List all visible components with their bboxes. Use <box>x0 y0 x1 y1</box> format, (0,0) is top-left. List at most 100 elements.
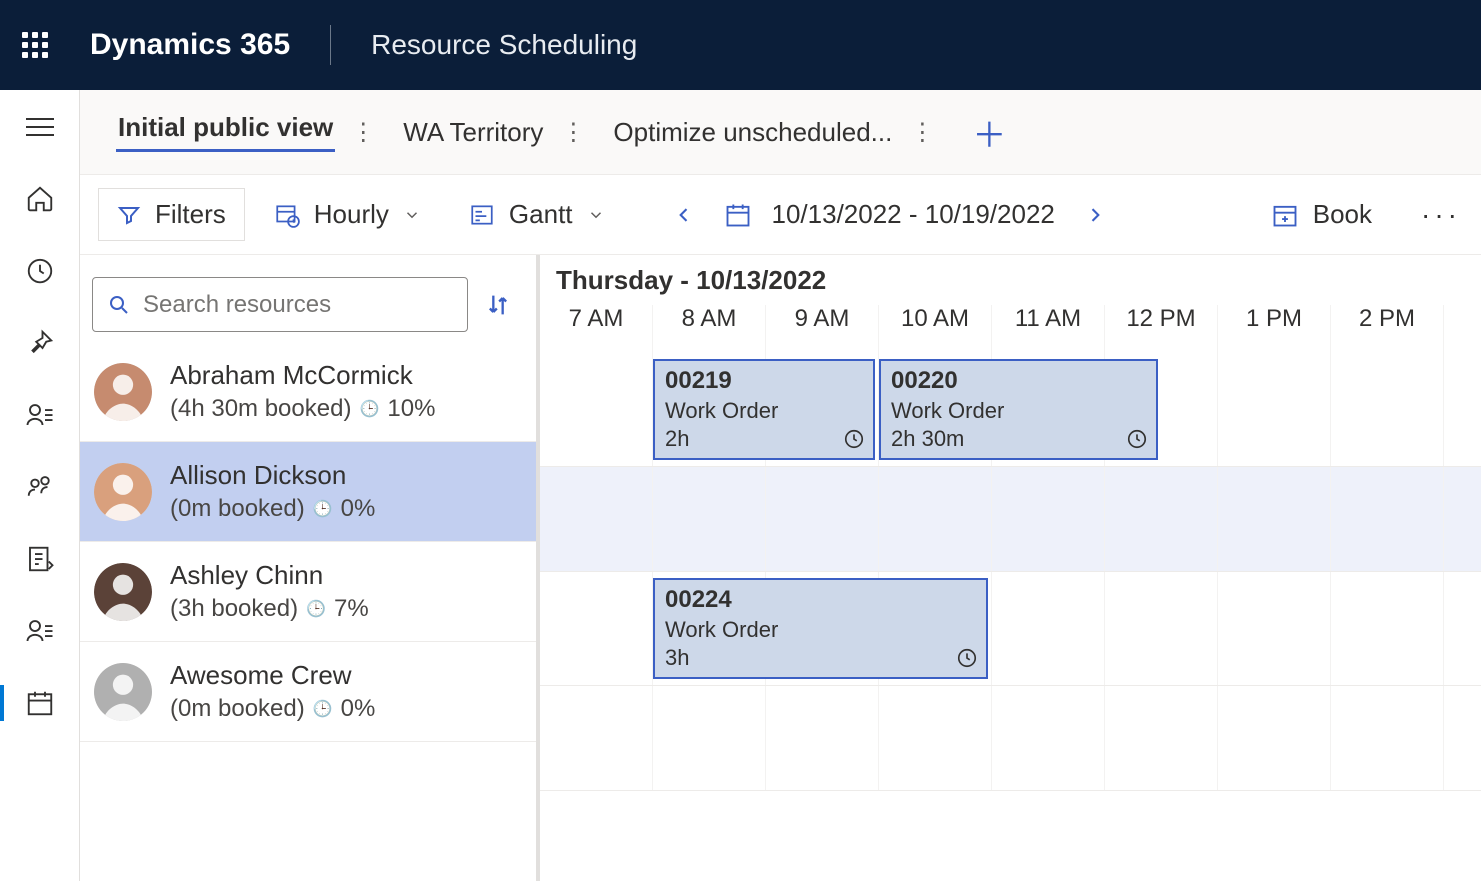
gantt-icon <box>469 202 495 228</box>
resource-name: Awesome Crew <box>170 660 375 691</box>
requirements-icon[interactable] <box>18 537 62 581</box>
timeline-row[interactable] <box>540 686 1481 791</box>
side-rail <box>0 90 80 881</box>
filters-button[interactable]: Filters <box>98 188 245 241</box>
date-range-text[interactable]: 10/13/2022 - 10/19/2022 <box>772 199 1055 230</box>
booking-duration: 2h <box>665 426 863 452</box>
search-input-field[interactable] <box>143 291 453 319</box>
resource-row[interactable]: Awesome Crew (0m booked) 🕒 0% <box>80 642 536 742</box>
contacts-icon[interactable] <box>18 393 62 437</box>
booking-card[interactable]: 00219 Work Order 2h <box>653 359 875 460</box>
timeline-day-header: Thursday - 10/13/2022 <box>540 255 1481 305</box>
timeline-row[interactable] <box>540 467 1481 572</box>
list-icon[interactable] <box>18 609 62 653</box>
divider <box>330 25 331 65</box>
hour-label: 7 AM <box>540 305 653 353</box>
timeline-row[interactable]: 00224 Work Order 3h <box>540 572 1481 686</box>
app-name: Resource Scheduling <box>371 29 637 61</box>
chevron-down-icon <box>587 206 605 224</box>
board-toolbar: Filters Hourly Gantt 10/13/2022 - 10/19/… <box>80 175 1481 255</box>
search-icon <box>107 293 131 317</box>
book-button[interactable]: Book <box>1252 188 1391 241</box>
kebab-icon[interactable]: ⋮ <box>561 118 585 147</box>
calendar-clock-icon <box>274 202 300 228</box>
clock-icon: 🕒 <box>313 499 333 519</box>
tab-label: WA Territory <box>401 117 545 148</box>
tab-label: Initial public view <box>116 112 335 152</box>
resource-meta: (4h 30m booked) 🕒 10% <box>170 395 435 423</box>
kebab-icon[interactable]: ⋮ <box>910 118 934 147</box>
clock-icon: 🕒 <box>313 699 333 719</box>
calendar-icon[interactable] <box>724 201 752 229</box>
resource-row[interactable]: Allison Dickson (0m booked) 🕒 0% <box>80 442 536 542</box>
resource-meta: (0m booked) 🕒 0% <box>170 695 375 723</box>
booking-duration: 2h 30m <box>891 426 1146 452</box>
date-range-picker: 10/13/2022 - 10/19/2022 <box>664 199 1115 230</box>
booking-type: Work Order <box>665 398 863 424</box>
hour-label: 1 PM <box>1218 305 1331 353</box>
crew-icon[interactable] <box>18 465 62 509</box>
booking-duration: 3h <box>665 645 976 671</box>
view-tabs: Initial public view ⋮ WA Territory ⋮ Opt… <box>80 90 1481 175</box>
waffle-icon[interactable] <box>20 30 50 60</box>
timeline-hour-row: 7 AM8 AM9 AM10 AM11 AM12 PM1 PM2 PM <box>540 305 1481 353</box>
timescale-dropdown[interactable]: Hourly <box>255 188 440 241</box>
booking-type: Work Order <box>891 398 1146 424</box>
filter-icon <box>117 203 141 227</box>
resource-name: Ashley Chinn <box>170 560 369 591</box>
book-label: Book <box>1313 199 1372 230</box>
hour-label: 12 PM <box>1105 305 1218 353</box>
prev-week-button[interactable] <box>664 205 704 225</box>
tab-label: Optimize unscheduled... <box>611 117 894 148</box>
booking-card[interactable]: 00224 Work Order 3h <box>653 578 988 679</box>
app-header: Dynamics 365 Resource Scheduling <box>0 0 1481 90</box>
timeline-grid: 00219 Work Order 2h 00220 Work Order 2h … <box>540 353 1481 791</box>
clock-icon <box>956 647 978 669</box>
view-mode-label: Gantt <box>509 199 573 230</box>
more-actions-button[interactable]: ··· <box>1401 199 1481 231</box>
booking-card[interactable]: 00220 Work Order 2h 30m <box>879 359 1158 460</box>
resource-meta: (3h booked) 🕒 7% <box>170 595 369 623</box>
schedule-board-icon[interactable] <box>18 681 62 725</box>
booking-number: 00220 <box>891 367 1146 395</box>
hour-label: 9 AM <box>766 305 879 353</box>
tab-wa-territory[interactable]: WA Territory ⋮ <box>393 90 593 175</box>
clock-icon <box>1126 428 1148 450</box>
resource-name: Abraham McCormick <box>170 360 435 391</box>
avatar <box>94 563 152 621</box>
hour-label: 10 AM <box>879 305 992 353</box>
tab-optimize-unscheduled[interactable]: Optimize unscheduled... ⋮ <box>603 90 942 175</box>
hour-label: 8 AM <box>653 305 766 353</box>
recent-icon[interactable] <box>18 249 62 293</box>
tab-initial-public-view[interactable]: Initial public view ⋮ <box>108 90 383 175</box>
resource-panel: Abraham McCormick (4h 30m booked) 🕒 10% … <box>80 255 540 881</box>
booking-type: Work Order <box>665 617 976 643</box>
clock-icon: 🕒 <box>359 399 379 419</box>
timeline: Thursday - 10/13/2022 7 AM8 AM9 AM10 AM1… <box>540 255 1481 881</box>
booking-number: 00219 <box>665 367 863 395</box>
resource-name: Allison Dickson <box>170 460 375 491</box>
add-tab-button[interactable]: ＋ <box>952 108 1026 157</box>
pin-icon[interactable] <box>18 321 62 365</box>
resource-row[interactable]: Ashley Chinn (3h booked) 🕒 7% <box>80 542 536 642</box>
avatar <box>94 463 152 521</box>
resource-list: Abraham McCormick (4h 30m booked) 🕒 10% … <box>80 342 536 881</box>
filters-label: Filters <box>155 199 226 230</box>
kebab-icon[interactable]: ⋮ <box>351 118 375 147</box>
hour-label: 2 PM <box>1331 305 1444 353</box>
search-resources-input[interactable] <box>92 277 468 332</box>
avatar <box>94 663 152 721</box>
hour-label: 11 AM <box>992 305 1105 353</box>
timescale-label: Hourly <box>314 199 389 230</box>
avatar <box>94 363 152 421</box>
hamburger-button[interactable] <box>18 105 62 149</box>
view-mode-dropdown[interactable]: Gantt <box>450 188 624 241</box>
next-week-button[interactable] <box>1075 205 1115 225</box>
chevron-down-icon <box>403 206 421 224</box>
resource-row[interactable]: Abraham McCormick (4h 30m booked) 🕒 10% <box>80 342 536 442</box>
timeline-row[interactable]: 00219 Work Order 2h 00220 Work Order 2h … <box>540 353 1481 467</box>
resource-meta: (0m booked) 🕒 0% <box>170 495 375 523</box>
clock-icon: 🕒 <box>306 599 326 619</box>
home-icon[interactable] <box>18 177 62 221</box>
sort-button[interactable] <box>484 291 512 319</box>
